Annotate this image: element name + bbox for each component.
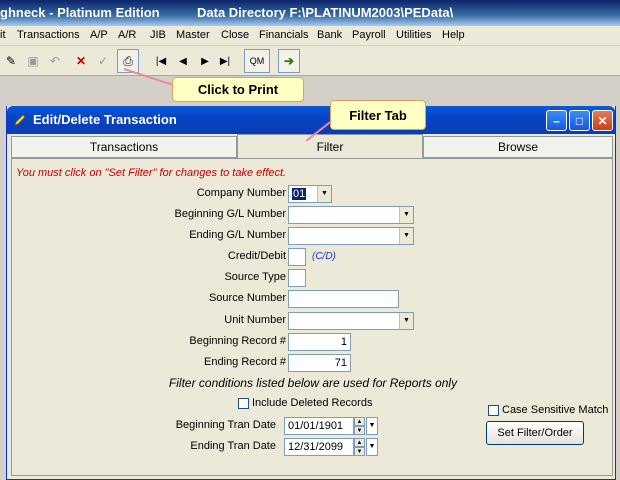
menu-bar: it Transactions A/P A/R JIB Master Close…	[0, 26, 620, 45]
tab-filter[interactable]: Filter	[237, 134, 423, 159]
ending-tran-date-input[interactable]: 12/31/2099	[284, 438, 354, 456]
source-number-label: Source Number	[208, 292, 286, 304]
tab-browse[interactable]: Browse	[423, 136, 613, 158]
first-record-icon[interactable]: |◀	[150, 49, 172, 73]
print-callout: Click to Print	[172, 77, 304, 102]
save-icon[interactable]: ▣	[22, 49, 44, 73]
edit-delete-dialog: Edit/Delete Transaction – □ ✕ Transactio…	[6, 106, 616, 480]
chevron-down-icon[interactable]: ▼	[317, 186, 331, 202]
spin-up-icon[interactable]: ▲	[354, 417, 365, 426]
beginning-date-dropdown[interactable]: ▼	[366, 417, 378, 435]
tab-transactions[interactable]: Transactions	[11, 136, 237, 158]
source-type-input[interactable]	[288, 269, 306, 287]
ending-record-label: Ending Record #	[204, 356, 286, 368]
menu-item-jib[interactable]: JIB	[150, 26, 166, 45]
menu-item-ap[interactable]: A/P	[90, 26, 108, 45]
undo-icon[interactable]: ↶	[44, 49, 66, 73]
app-title-bar: ghneck - Platinum Edition Data Directory…	[0, 0, 620, 26]
pencil-icon	[14, 114, 26, 126]
menu-item-utilities[interactable]: Utilities	[396, 26, 431, 45]
dialog-title-bar: Edit/Delete Transaction – □ ✕	[7, 106, 615, 134]
reports-note: Filter conditions listed below are used …	[168, 376, 458, 390]
beginning-tran-date-label: Beginning Tran Date	[175, 419, 276, 431]
last-record-icon[interactable]: ▶|	[214, 49, 236, 73]
filter-panel: You must click on "Set Filter" for chang…	[11, 158, 613, 476]
previous-record-icon[interactable]: ◀	[172, 49, 194, 73]
credit-debit-hint: (C/D)	[312, 251, 336, 262]
unit-number-label: Unit Number	[224, 314, 286, 326]
tab-strip: Transactions Filter Browse	[11, 134, 613, 159]
minimize-icon[interactable]: –	[546, 110, 567, 131]
ending-gl-label: Ending G/L Number	[189, 229, 286, 241]
menu-item-bank[interactable]: Bank	[317, 26, 342, 45]
chevron-down-icon[interactable]: ▼	[399, 207, 413, 223]
beginning-tran-date-input[interactable]: 01/01/1901	[284, 417, 354, 435]
beginning-date-spinner[interactable]: ▲ ▼	[354, 417, 365, 435]
credit-debit-label: Credit/Debit	[227, 250, 286, 262]
case-sensitive-label: Case Sensitive Match	[502, 404, 609, 416]
credit-debit-input[interactable]	[288, 248, 306, 266]
menu-item-master[interactable]: Master	[176, 26, 210, 45]
chevron-down-icon[interactable]: ▼	[399, 313, 413, 329]
set-filter-button[interactable]: Set Filter/Order	[486, 421, 584, 445]
app-title: ghneck - Platinum Edition	[0, 5, 160, 20]
ending-tran-date-label: Ending Tran Date	[190, 440, 276, 452]
delete-icon[interactable]: ✕	[70, 49, 92, 73]
qm-button[interactable]: QM	[244, 49, 270, 73]
edit-icon[interactable]: ✎	[0, 49, 22, 73]
spin-down-icon[interactable]: ▼	[354, 447, 365, 456]
ending-gl-select[interactable]: ▼	[288, 227, 414, 245]
source-type-label: Source Type	[224, 271, 286, 283]
ending-record-input[interactable]: 71	[288, 354, 351, 372]
company-number-value: 01	[292, 188, 307, 200]
set-filter-warning: You must click on "Set Filter" for chang…	[16, 167, 287, 179]
next-record-icon[interactable]: ▶	[194, 49, 216, 73]
include-deleted-checkbox[interactable]	[238, 398, 249, 409]
include-deleted-label: Include Deleted Records	[252, 397, 373, 409]
filter-tab-callout: Filter Tab	[330, 100, 426, 130]
beginning-gl-label: Beginning G/L Number	[174, 208, 287, 220]
spin-up-icon[interactable]: ▲	[354, 438, 365, 447]
menu-item-payroll[interactable]: Payroll	[352, 26, 386, 45]
case-sensitive-checkbox[interactable]	[488, 405, 499, 416]
dialog-title: Edit/Delete Transaction	[33, 112, 177, 127]
menu-item-close[interactable]: Close	[221, 26, 249, 45]
menu-item-help[interactable]: Help	[442, 26, 465, 45]
unit-number-select[interactable]: ▼	[288, 312, 414, 330]
toolbar: ✎ ▣ ↶ ✕ ✓ ⎙ |◀ ◀ ▶ ▶| QM ➔	[0, 46, 620, 76]
data-directory: Data Directory F:\PLATINUM2003\PEData\	[197, 5, 454, 20]
exit-icon[interactable]: ➔	[278, 49, 300, 73]
menu-item-ar[interactable]: A/R	[118, 26, 136, 45]
menu-item-transactions[interactable]: Transactions	[17, 26, 80, 45]
close-icon[interactable]: ✕	[592, 110, 613, 131]
menu-item-financials[interactable]: Financials	[259, 26, 309, 45]
menu-item-edit[interactable]: it	[0, 26, 6, 45]
company-number-select[interactable]: 01 ▼	[288, 185, 332, 203]
company-number-label: Company Number	[196, 187, 286, 199]
spin-down-icon[interactable]: ▼	[354, 426, 365, 435]
chevron-down-icon[interactable]: ▼	[399, 228, 413, 244]
beginning-record-input[interactable]: 1	[288, 333, 351, 351]
maximize-icon[interactable]: □	[569, 110, 590, 131]
ending-date-dropdown[interactable]: ▼	[366, 438, 378, 456]
ending-date-spinner[interactable]: ▲ ▼	[354, 438, 365, 456]
source-number-input[interactable]	[288, 290, 399, 308]
beginning-record-label: Beginning Record #	[189, 335, 286, 347]
check-icon[interactable]: ✓	[92, 49, 114, 73]
beginning-gl-select[interactable]: ▼	[288, 206, 414, 224]
